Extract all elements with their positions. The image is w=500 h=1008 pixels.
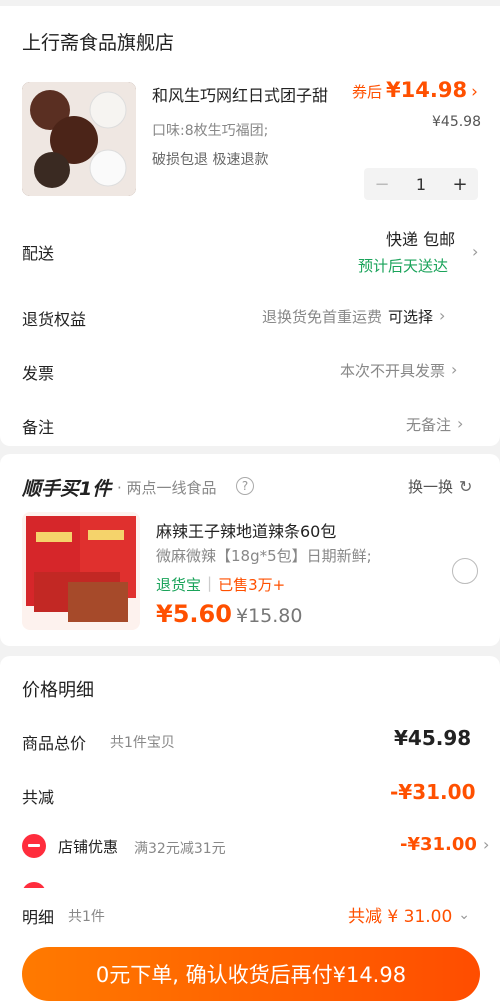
submit-order-button[interactable]: 0元下单, 确认收货后再付¥14.98 bbox=[22, 947, 480, 1001]
addon-price: ¥5.60 bbox=[156, 600, 232, 628]
detail-sub: 共1件 bbox=[68, 909, 105, 925]
tag-divider: | bbox=[207, 574, 213, 592]
product-thumbnail[interactable] bbox=[22, 82, 136, 196]
invoice-value: 本次不开具发票 bbox=[340, 362, 446, 380]
addon-card: 顺手买1件 · 两点一线食品 ? 换一换 ↻ 麻辣王子辣地道辣条60包 微麻微辣… bbox=[0, 454, 500, 646]
returns-row[interactable]: 退换货免首重运费 可选择 › bbox=[262, 306, 445, 327]
reduce-value: -¥31.00 bbox=[390, 780, 476, 804]
reduce-label: 共减 bbox=[22, 788, 55, 807]
total-label: 商品总价 bbox=[22, 734, 87, 753]
returns-desc: 退换货免首重运费 bbox=[262, 308, 383, 326]
refresh-icon: ↻ bbox=[459, 477, 473, 496]
addon-select-radio[interactable] bbox=[452, 558, 478, 584]
invoice-chevron-icon: › bbox=[451, 360, 458, 379]
savings-value: 共减 ¥ 31.00 bbox=[348, 907, 453, 927]
addon-brand: 顺手买1件 bbox=[22, 478, 112, 500]
quantity-value[interactable]: 1 bbox=[403, 175, 439, 194]
delivery-chevron-icon[interactable]: › bbox=[472, 242, 478, 261]
detail-label[interactable]: 明细 bbox=[22, 904, 54, 928]
addon-thumbnail[interactable] bbox=[22, 512, 140, 630]
remark-label: 备注 bbox=[22, 418, 55, 437]
remark-chevron-icon: › bbox=[457, 414, 464, 433]
quantity-stepper: − 1 + bbox=[364, 168, 478, 200]
quantity-minus-button[interactable]: − bbox=[364, 174, 400, 195]
delivery-method[interactable]: 快递 包邮 bbox=[386, 226, 455, 250]
remark-value: 无备注 bbox=[406, 416, 452, 434]
store-card: 上行斋食品旗舰店 和风生巧网红日式团子甜 券后 ¥14.98 › ¥45.98 … bbox=[0, 6, 500, 446]
invoice-row[interactable]: 本次不开具发票 › bbox=[340, 360, 457, 381]
returns-label: 退货权益 bbox=[22, 310, 87, 329]
shop-discount-row[interactable]: -¥31.00 › bbox=[400, 834, 489, 855]
product-flavor[interactable]: 口味:8枚生巧福团; bbox=[152, 120, 268, 140]
chevron-right-icon: › bbox=[471, 82, 478, 102]
shop-chevron-icon: › bbox=[482, 835, 490, 854]
shop-label[interactable]: 店铺优惠 bbox=[58, 836, 118, 857]
delivery-label: 配送 bbox=[22, 244, 55, 263]
chevron-double-down-icon: ⌄ bbox=[458, 906, 471, 923]
dessert-image bbox=[22, 82, 136, 196]
spicy-snack-image bbox=[22, 512, 140, 630]
store-name[interactable]: 上行斋食品旗舰店 bbox=[22, 28, 174, 55]
swap-label: 换一换 bbox=[408, 478, 454, 496]
returns-action: 可选择 bbox=[388, 308, 434, 326]
coupon-price: 券后 ¥14.98 › bbox=[352, 78, 478, 102]
coupon-price-value: ¥14.98 bbox=[386, 78, 468, 102]
sold-count: 已售3万+ bbox=[218, 576, 286, 594]
savings-summary[interactable]: 共减 ¥ 31.00 ⌄ bbox=[348, 902, 471, 928]
shop-coupon-icon bbox=[22, 834, 46, 858]
shop-value: -¥31.00 bbox=[400, 834, 477, 855]
footer-bar: 明细 共1件 共减 ¥ 31.00 ⌄ 0元下单, 确认收货后再付¥14.98 bbox=[0, 888, 500, 1008]
total-sub: 共1件宝贝 bbox=[110, 735, 175, 751]
help-icon[interactable]: ? bbox=[236, 477, 254, 495]
addon-desc: 微麻微辣【18g*5包】日期新鲜; bbox=[156, 547, 372, 565]
product-title[interactable]: 和风生巧网红日式团子甜 bbox=[152, 82, 328, 106]
invoice-label: 发票 bbox=[22, 364, 55, 383]
coupon-price-label: 券后 bbox=[352, 83, 383, 101]
remark-row[interactable]: 无备注 › bbox=[406, 414, 463, 435]
return-insurance-badge: 退货宝 bbox=[156, 576, 202, 594]
addon-title[interactable]: 麻辣王子辣地道辣条60包 bbox=[156, 518, 336, 542]
price-detail-title: 价格明细 bbox=[22, 680, 94, 701]
original-price: ¥45.98 bbox=[432, 114, 481, 130]
service-tags: 破损包退 极速退款 bbox=[152, 152, 269, 168]
swap-button[interactable]: 换一换 ↻ bbox=[408, 476, 472, 497]
total-value: ¥45.98 bbox=[394, 726, 472, 750]
addon-subtitle: · 两点一线食品 bbox=[117, 479, 217, 497]
delivery-eta: 预计后天送达 bbox=[358, 257, 449, 275]
price-detail-card: 价格明细 商品总价 共1件宝贝 ¥45.98 共减 -¥31.00 店铺优惠 满… bbox=[0, 656, 500, 888]
addon-tags: 退货宝 | 已售3万+ bbox=[156, 574, 285, 595]
addon-orig-price: ¥15.80 bbox=[236, 605, 303, 627]
quantity-plus-button[interactable]: + bbox=[442, 174, 478, 195]
returns-chevron-icon: › bbox=[439, 306, 446, 325]
shop-sub: 满32元减31元 bbox=[134, 841, 226, 857]
